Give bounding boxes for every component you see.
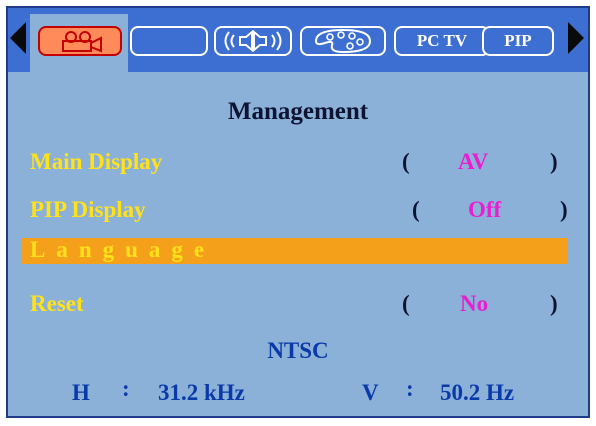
tab-pip[interactable]: PIP <box>482 26 554 56</box>
menu-item-language[interactable]: Language <box>22 237 568 264</box>
menu-item-main-display[interactable]: Main Display ( AV ) <box>22 146 568 180</box>
v-label: V <box>362 380 379 405</box>
v-frequency: 50.2 Hz <box>440 380 515 405</box>
paren-close: ) <box>550 291 558 316</box>
tab-audio[interactable] <box>214 26 292 56</box>
arrow-left-icon[interactable] <box>10 22 26 54</box>
signal-standard: NTSC <box>267 338 329 363</box>
menu-item-label: PIP Display <box>30 197 146 222</box>
paren-open: ( <box>402 291 410 316</box>
menu-item-label: Language <box>30 237 216 262</box>
menu-item-reset[interactable]: Reset ( No ) <box>22 288 568 322</box>
camcorder-icon <box>62 31 102 53</box>
menu-item-value: Off <box>468 197 502 222</box>
menu-item-label: Reset <box>30 291 84 316</box>
tab-blank[interactable] <box>130 26 208 56</box>
paren-open: ( <box>412 197 420 222</box>
h-label: H <box>72 380 90 405</box>
tab-bar: PC TV PIP <box>8 8 588 72</box>
tab-pc-tv[interactable]: PC TV <box>394 26 490 56</box>
tab-video[interactable] <box>38 26 122 56</box>
h-separator: : <box>122 376 130 401</box>
menu-item-value: No <box>460 291 489 316</box>
osd-menu-frame: PC TV PIP Management Main Display ( AV )… <box>6 6 590 418</box>
v-separator: : <box>406 376 414 401</box>
speaker-icon <box>224 29 282 53</box>
paren-open: ( <box>402 149 410 174</box>
palette-icon <box>314 28 372 54</box>
tab-picture[interactable] <box>300 26 386 56</box>
menu-item-label: Main Display <box>30 149 163 174</box>
arrow-right-icon[interactable] <box>568 22 584 54</box>
paren-close: ) <box>560 197 568 222</box>
menu-item-pip-display[interactable]: PIP Display ( Off ) <box>22 194 568 228</box>
paren-close: ) <box>550 149 558 174</box>
h-frequency: 31.2 kHz <box>158 380 245 405</box>
menu-item-value: AV <box>458 149 489 174</box>
menu-title: Management <box>227 98 369 125</box>
